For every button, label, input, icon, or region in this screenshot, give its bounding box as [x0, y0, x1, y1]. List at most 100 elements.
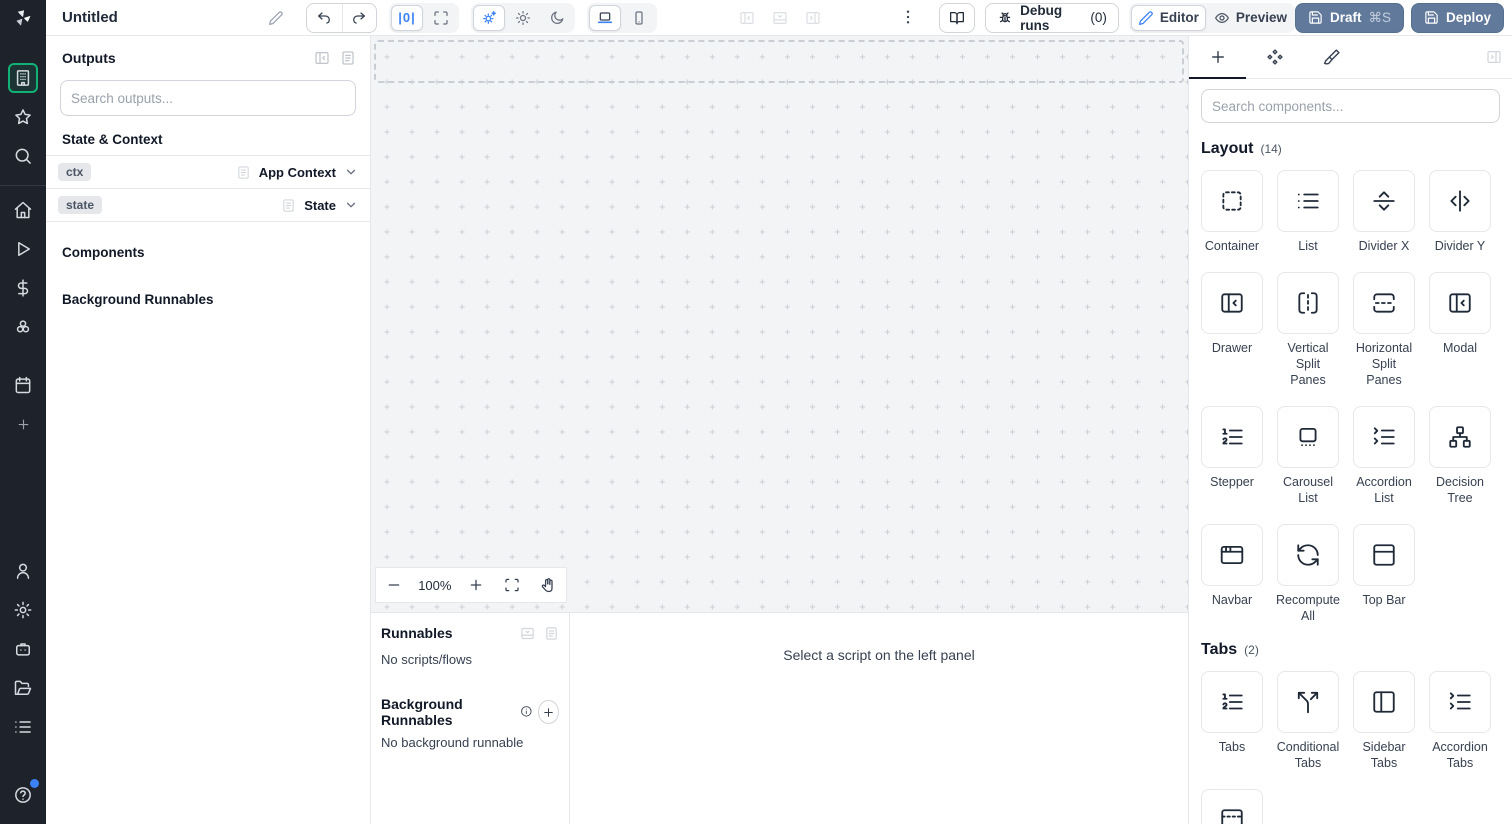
output-row-state[interactable]: state State [46, 189, 370, 222]
rail-item-home[interactable] [8, 195, 38, 225]
mobile-view-button[interactable] [623, 5, 655, 31]
canvas-tools-group: |0| [389, 2, 460, 33]
undo-button[interactable] [307, 4, 341, 32]
zoom-in-button[interactable] [464, 573, 488, 597]
chevron-down-icon[interactable] [344, 198, 358, 212]
reset-zoom-button[interactable]: |0| [391, 4, 424, 31]
section-title: Tabs [1201, 641, 1238, 659]
toggle-right-panel-icon[interactable] [805, 10, 821, 26]
component-accordion-tabs[interactable]: Accordion Tabs [1429, 671, 1491, 772]
rail-item-search[interactable] [8, 141, 38, 171]
runnables-doc-icon[interactable] [544, 626, 559, 641]
component-unnamed[interactable] [1201, 789, 1263, 824]
component-top-bar[interactable]: Top Bar [1353, 523, 1415, 625]
save-icon [1424, 10, 1439, 25]
outputs-search-input[interactable] [71, 90, 345, 106]
component-label: Sidebar Tabs [1362, 740, 1406, 771]
collapse-runnables-icon[interactable] [520, 626, 535, 641]
dark-theme-button[interactable] [541, 5, 573, 31]
list-ordered-icon [1219, 689, 1245, 715]
rail-item-folders[interactable] [8, 673, 38, 703]
component-horizontal-split-panes[interactable]: Horizontal Split Panes [1353, 272, 1415, 389]
app-canvas[interactable]: +++++++++++++++++++++++++++++++++ ++++++… [371, 36, 1188, 612]
component-list[interactable]: List [1277, 170, 1339, 255]
rail-item-account[interactable] [8, 556, 38, 586]
zoom-out-button[interactable] [382, 573, 406, 597]
chevron-down-icon[interactable] [344, 165, 358, 179]
expand-canvas-button[interactable] [425, 5, 457, 31]
rail-item-logs[interactable] [8, 712, 38, 742]
component-label: Top Bar [1362, 592, 1406, 607]
outputs-doc-icon[interactable] [340, 50, 356, 66]
runnables-panel: Runnables No scripts/flows Background Ru… [371, 612, 1188, 824]
component-vertical-split-panes[interactable]: Vertical Split Panes [1277, 272, 1339, 389]
separator-v-icon [1447, 188, 1473, 214]
components-search-input[interactable] [1212, 98, 1489, 114]
help-icon [13, 785, 33, 805]
tab-insert-component[interactable] [1189, 36, 1246, 79]
user-icon [13, 561, 33, 581]
toggle-left-panel-icon[interactable] [739, 10, 755, 26]
edit-title-icon[interactable] [268, 10, 284, 26]
rail-item-workers[interactable] [8, 634, 38, 664]
light-theme-button[interactable] [507, 5, 539, 31]
component-recompute-all[interactable]: Recompute All [1276, 523, 1340, 625]
more-menu-button[interactable] [899, 8, 917, 28]
component-drawer[interactable]: Drawer [1201, 272, 1263, 389]
component-decision-tree[interactable]: Decision Tree [1429, 405, 1491, 507]
component-accordion-list[interactable]: Accordion List [1353, 405, 1415, 507]
rail-item-settings[interactable] [8, 595, 38, 625]
rail-item-help[interactable] [8, 779, 39, 810]
draft-button[interactable]: Draft ⌘S [1294, 2, 1404, 33]
tab-styling[interactable] [1303, 36, 1360, 78]
component-modal[interactable]: Modal [1429, 272, 1491, 389]
output-row-ctx[interactable]: ctx App Context [46, 156, 370, 189]
calendar-icon [13, 375, 33, 395]
rail-item-add[interactable] [8, 409, 38, 439]
rail-item-variables[interactable] [8, 273, 38, 303]
panel-top-icon [1371, 542, 1397, 568]
empty-grid-drop-zone[interactable] [374, 40, 1184, 83]
collapse-outputs-icon[interactable] [314, 50, 330, 66]
app-window-icon [1219, 542, 1245, 568]
redo-button[interactable] [341, 3, 376, 32]
split-branch-icon [1295, 689, 1321, 715]
rail-item-apps[interactable] [8, 63, 38, 93]
rail-item-resources[interactable] [8, 312, 38, 342]
windmill-logo[interactable] [0, 0, 46, 36]
rail-item-schedules[interactable] [8, 370, 38, 400]
book-icon [949, 10, 965, 26]
debug-runs-button[interactable]: Debug runs (0) [985, 2, 1119, 33]
deploy-button[interactable]: Deploy [1411, 2, 1505, 33]
component-divider-y[interactable]: Divider Y [1429, 170, 1491, 255]
toggle-bottom-panel-icon[interactable] [772, 10, 788, 26]
split-h-icon [1371, 290, 1397, 316]
component-navbar[interactable]: Navbar [1201, 523, 1263, 625]
section-count: (2) [1244, 643, 1259, 658]
component-divider-x[interactable]: Divider X [1353, 170, 1415, 255]
docs-button[interactable] [939, 2, 976, 33]
editor-mode-button[interactable]: Editor [1130, 4, 1206, 31]
canvas-zoom-toolbar: 100% [375, 567, 567, 603]
rail-item-favorites[interactable] [8, 102, 38, 132]
component-conditional-tabs[interactable]: Conditional Tabs [1277, 671, 1339, 772]
accordion-icon [1371, 424, 1397, 450]
container-icon [1219, 188, 1245, 214]
component-sidebar-tabs[interactable]: Sidebar Tabs [1353, 671, 1415, 772]
component-label: List [1298, 239, 1318, 254]
component-tabs[interactable]: Tabs [1201, 671, 1263, 772]
collapse-right-panel-icon[interactable] [1486, 49, 1502, 65]
component-stepper[interactable]: Stepper [1201, 405, 1263, 507]
pan-tool-button[interactable] [536, 573, 560, 597]
building-icon [13, 68, 33, 88]
info-icon [520, 705, 533, 720]
tab-component-settings[interactable] [1246, 36, 1303, 78]
component-container[interactable]: Container [1201, 170, 1263, 255]
preview-mode-button[interactable]: Preview [1208, 5, 1293, 31]
rail-item-runs[interactable] [8, 234, 38, 264]
auto-theme-button[interactable] [473, 4, 506, 31]
add-background-runnable-button[interactable] [538, 700, 559, 724]
fit-view-button[interactable] [500, 573, 524, 597]
component-carousel-list[interactable]: Carousel List [1277, 405, 1339, 507]
desktop-view-button[interactable] [589, 4, 622, 31]
